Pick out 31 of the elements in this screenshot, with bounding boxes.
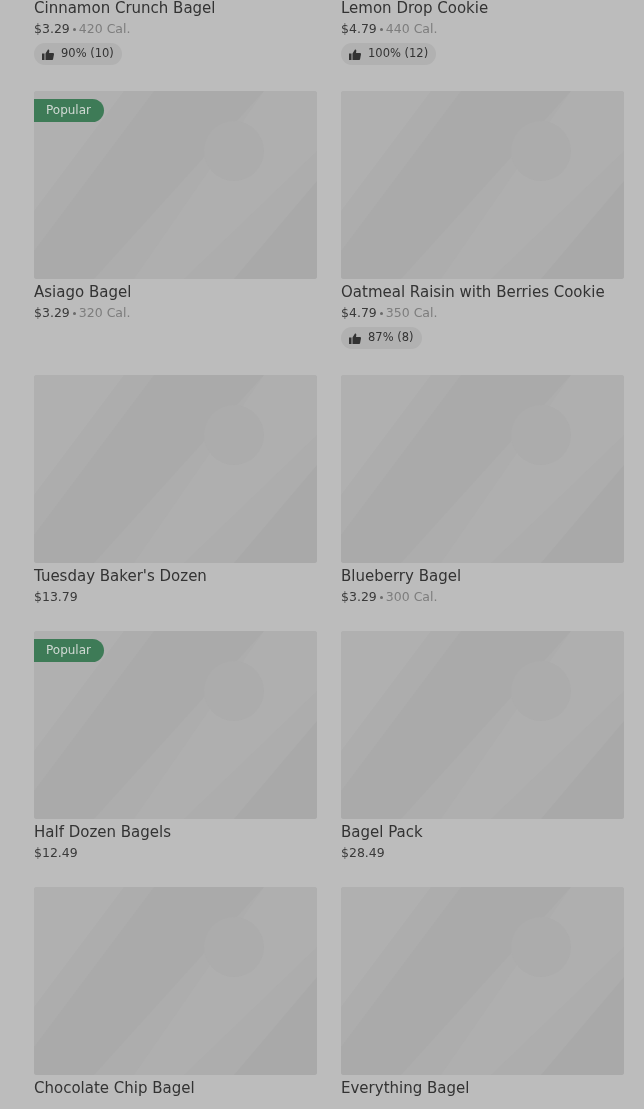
thumbs-up-icon (349, 48, 361, 60)
rating-badge: 87% (8) (341, 327, 422, 349)
item-name[interactable]: Cinnamon Crunch Bagel (34, 0, 317, 18)
thumbs-up-icon (42, 48, 54, 60)
price: $4.79 (341, 21, 377, 37)
item-name[interactable]: Oatmeal Raisin with Berries Cookie (341, 282, 624, 302)
calories: 320 Cal. (78, 305, 131, 321)
rating-badge: 90% (10) (34, 43, 122, 65)
popular-badge: Popular (34, 99, 104, 122)
item-name[interactable]: Bagel Pack (341, 822, 624, 842)
calories: 440 Cal. (385, 21, 438, 37)
item-name[interactable]: Blueberry Bagel (341, 566, 624, 586)
price: $3.29 (34, 21, 70, 37)
thumbs-up-icon (349, 332, 361, 344)
price: $3.29 (34, 305, 70, 321)
price: $12.49 (34, 845, 78, 861)
item-name[interactable]: Everything Bagel (341, 1078, 624, 1098)
calories: 300 Cal. (385, 589, 438, 605)
price: $13.79 (34, 589, 78, 605)
item-name[interactable]: Chocolate Chip Bagel (34, 1078, 317, 1098)
item-name[interactable]: Tuesday Baker's Dozen (34, 566, 317, 586)
item-name[interactable]: Asiago Bagel (34, 282, 317, 302)
calories: 350 Cal. (385, 305, 438, 321)
popular-badge: Popular (34, 639, 104, 662)
calories: 420 Cal. (78, 21, 131, 37)
rating-badge: 100% (12) (341, 43, 437, 65)
price: $4.79 (341, 305, 377, 321)
item-name[interactable]: Half Dozen Bagels (34, 822, 317, 842)
price: $3.29 (341, 589, 377, 605)
price: $28.49 (341, 845, 385, 861)
item-name[interactable]: Lemon Drop Cookie (341, 0, 624, 18)
